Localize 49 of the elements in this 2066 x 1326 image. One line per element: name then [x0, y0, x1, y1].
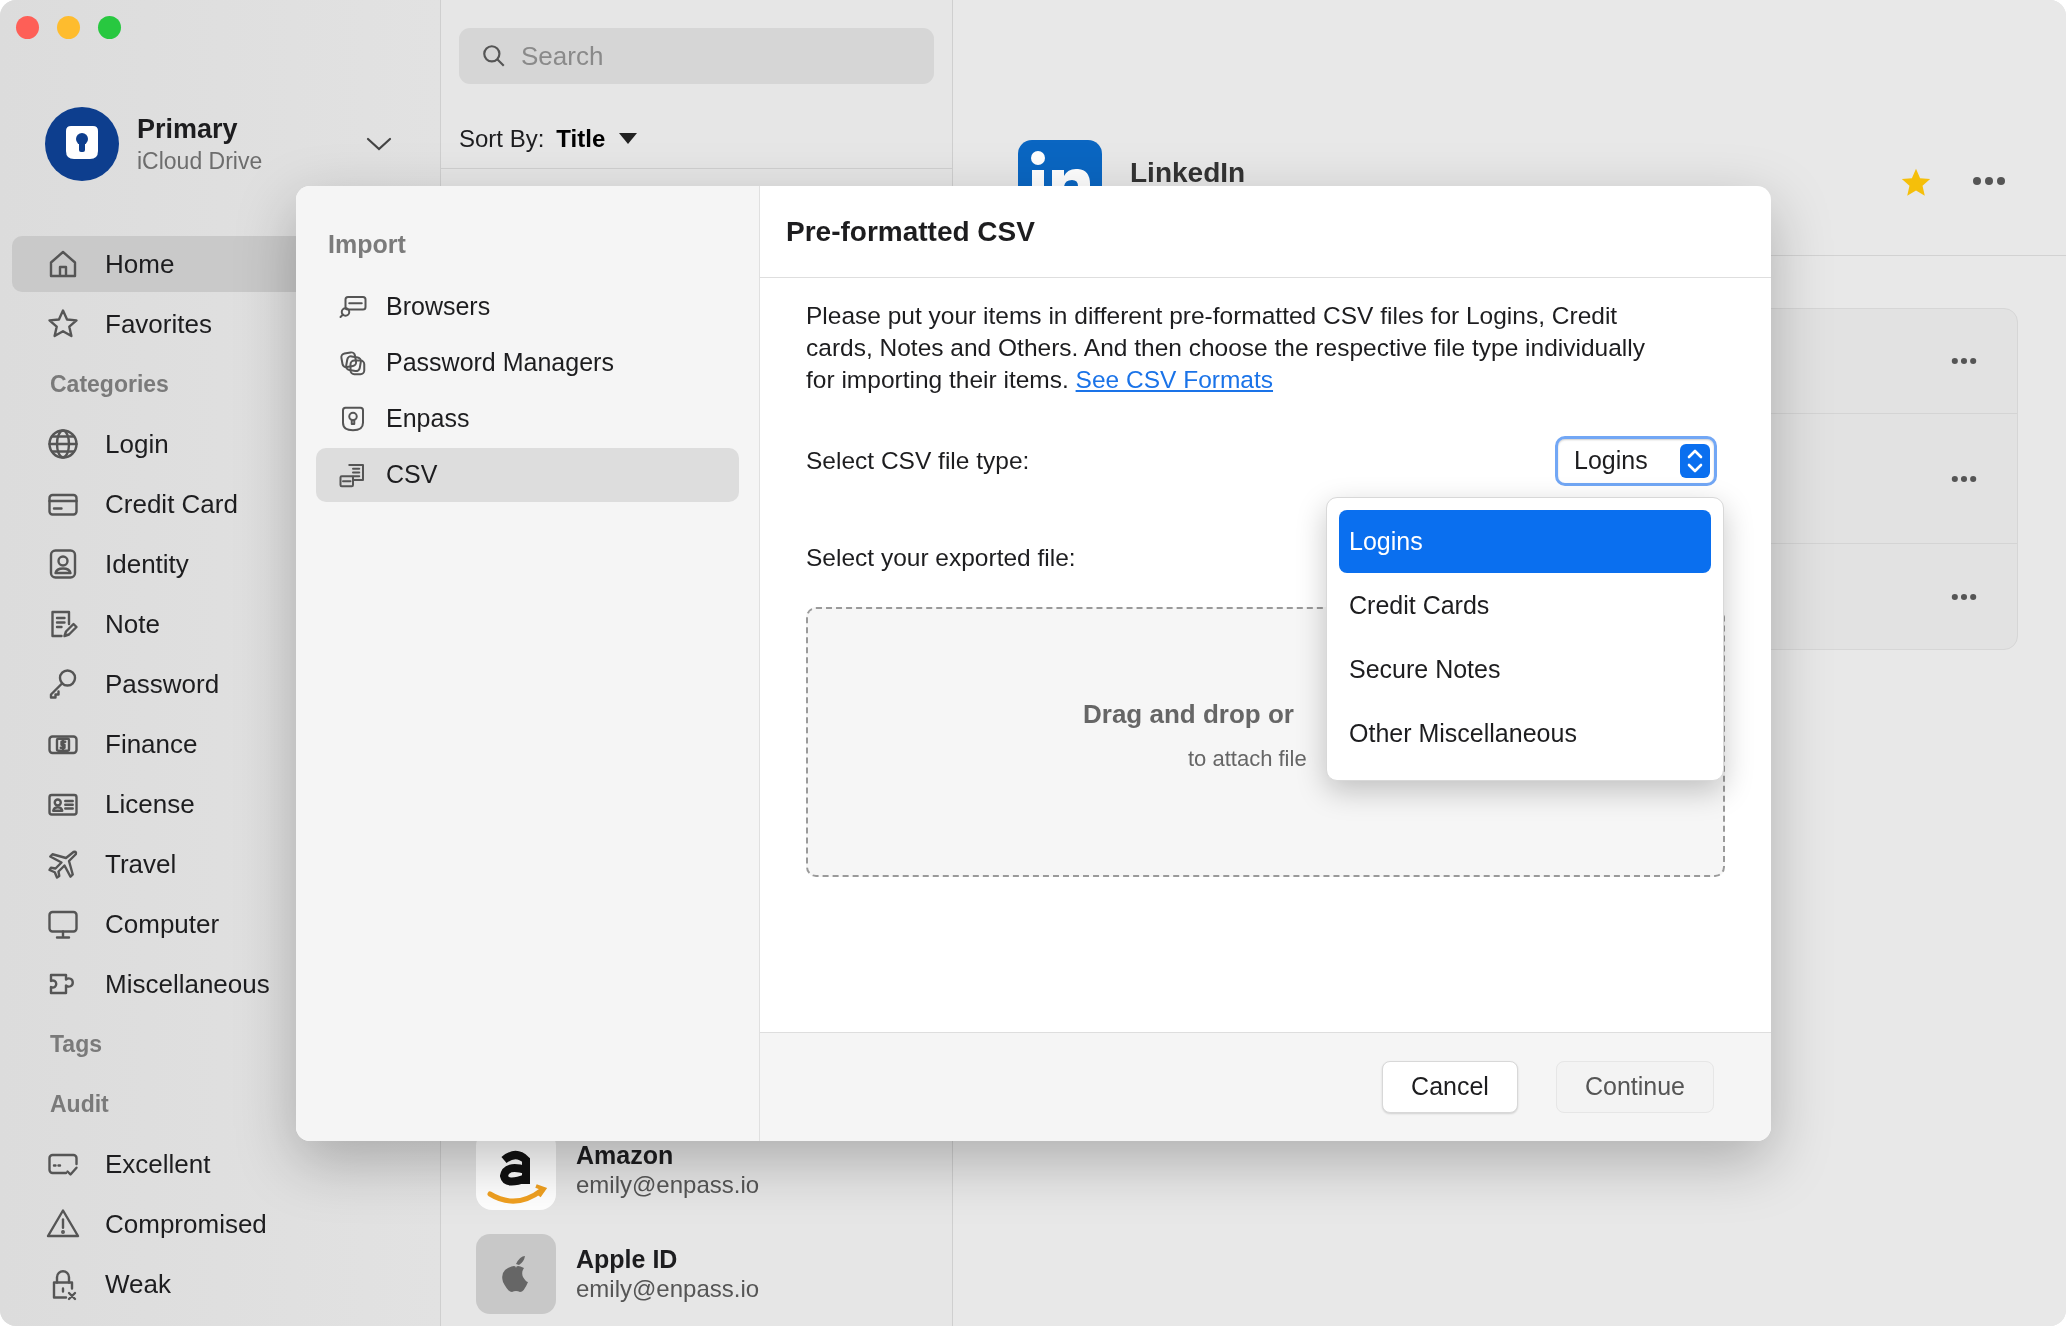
- search-icon: [481, 43, 507, 69]
- sidebar-item[interactable]: Excellent: [12, 1136, 428, 1192]
- more-icon[interactable]: [1972, 176, 2006, 186]
- sidebar-item[interactable]: Computer: [12, 896, 428, 952]
- sidebar-item[interactable]: Weak: [12, 1256, 428, 1312]
- item-title: Amazon: [576, 1140, 675, 1170]
- import-source-item[interactable]: CSV: [316, 448, 739, 502]
- drop-hint: to attach file: [1188, 744, 1307, 773]
- more-icon[interactable]: [1951, 592, 1977, 601]
- sidebar-item[interactable]: License: [12, 776, 428, 832]
- sidebar-item[interactable]: Finance: [12, 716, 428, 772]
- file-type-select[interactable]: Logins: [1555, 436, 1717, 486]
- caret-down-icon: [619, 133, 638, 145]
- import-source-item[interactable]: Password Managers: [316, 336, 739, 390]
- drop-title: Drag and drop or: [1083, 697, 1294, 731]
- menu-option[interactable]: Secure Notes: [1339, 638, 1711, 701]
- sidebar-item[interactable]: Travel: [12, 836, 428, 892]
- stepper-arrows-icon: [1680, 444, 1710, 478]
- sort-dropdown[interactable]: Title: [556, 121, 638, 157]
- cancel-button[interactable]: Cancel: [1382, 1061, 1518, 1113]
- globe-icon: [45, 426, 81, 462]
- vault-storage: iCloud Drive: [137, 146, 263, 176]
- section-header: Tags: [50, 1029, 102, 1059]
- description-text: Please put your items in different pre-formatted CSV files for Logins, Credit cards, Notes and Others. And then choose the respective file type individually for importing their items. See CSV Formats: [806, 301, 1646, 395]
- sidebar-item[interactable]: Miscellaneous: [12, 956, 428, 1012]
- list-item[interactable]: Apple ID emily@enpass.io: [441, 1222, 952, 1326]
- item-subtitle: emily@enpass.io: [576, 1170, 760, 1200]
- item-title: Apple ID: [576, 1244, 679, 1274]
- more-icon[interactable]: [1951, 357, 1977, 365]
- csv-formats-link[interactable]: See CSV Formats: [1075, 366, 1274, 393]
- sidebar-item[interactable]: Compromised: [12, 1196, 428, 1252]
- sidebar-item[interactable]: Note: [12, 596, 428, 652]
- menu-option[interactable]: Logins: [1339, 510, 1711, 573]
- file-label: Select your exported file:: [806, 544, 1076, 571]
- stack-icon: [338, 348, 368, 378]
- file-type-label: Select CSV file type:: [806, 445, 1030, 476]
- search-field[interactable]: Search: [459, 28, 934, 84]
- dialog-title: Pre-formatted CSV: [760, 186, 1771, 278]
- item-subtitle: emily@enpass.io: [576, 1274, 760, 1304]
- menu-option[interactable]: Other Miscellaneous: [1339, 702, 1711, 765]
- sidebar-item[interactable]: Password: [12, 656, 428, 712]
- section-header: Categories: [50, 369, 169, 399]
- vault-name: Primary: [137, 112, 239, 146]
- sort-label: Sort By:: [459, 124, 545, 154]
- section-header: Audit: [50, 1089, 109, 1119]
- import-source-item[interactable]: Enpass: [316, 392, 739, 446]
- chevron-down-icon: [366, 136, 392, 152]
- more-icon[interactable]: [1951, 474, 1977, 483]
- sidebar-item[interactable]: Identity: [12, 536, 428, 592]
